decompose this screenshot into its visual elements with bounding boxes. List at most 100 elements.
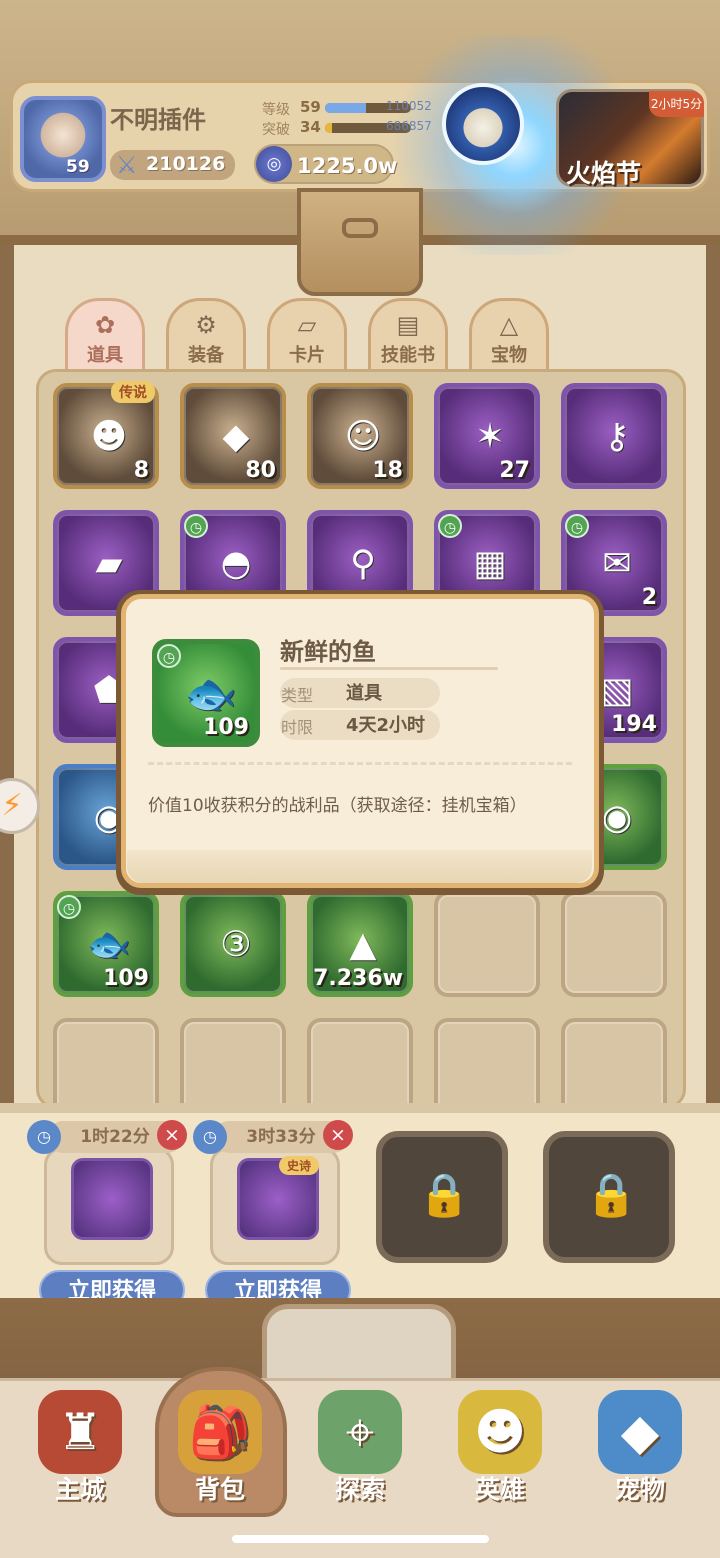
game-screen: 59 不明插件 ⚔ 210126 等级 59 110052 突破 34 6868… [0, 0, 720, 1558]
map-icon: ⌖ [318, 1390, 402, 1474]
tab-label: 技能书 [381, 345, 435, 366]
tab-equipment[interactable]: ⚙ 装备 [166, 298, 246, 372]
duration-label: 时限 [281, 718, 314, 737]
coin-icon: ◎ [256, 146, 292, 182]
clover-icon: ✿ [94, 311, 116, 339]
inventory-slot[interactable]: ☻ 传说 8 [53, 381, 159, 489]
tooltip-title: 新鲜的鱼 [280, 638, 376, 666]
tab-label: 宝物 [491, 345, 527, 366]
level-label: 等级 [262, 102, 290, 118]
breakthrough-value: 34 [300, 118, 321, 136]
empty-slot[interactable] [434, 891, 540, 997]
breakthrough-label: 突破 [262, 122, 290, 138]
key-icon: ⚷ [604, 417, 630, 457]
monster-card-icon: ☻ [90, 417, 128, 457]
gear-icon: ⚙ [195, 311, 217, 339]
item-count: 7.236w [313, 966, 403, 991]
cancel-icon[interactable]: × [323, 1120, 353, 1150]
item-count: 8 [133, 458, 149, 483]
triangle-icon: △ [499, 311, 519, 339]
nav-main-city[interactable]: ♜ 主城 [20, 1390, 140, 1510]
event-timer-badge: 2小时5分 [649, 91, 704, 117]
top-bag-clasp [297, 188, 423, 296]
item-count: 194 [611, 712, 657, 737]
tooltip-ground-decoration [127, 850, 592, 883]
nav-pets[interactable]: ◆ 宠物 [580, 1390, 700, 1510]
type-label: 类型 [281, 686, 314, 705]
tooltip-item-slot: ◷ 🐟 109 [152, 639, 260, 747]
fish-icon: 🐟 [87, 925, 131, 965]
timer-icon: ◷ [27, 1120, 61, 1154]
player-name: 不明插件 [110, 106, 206, 134]
red-envelope-icon: ✉ [602, 544, 632, 584]
clock-icon: ◷ [565, 514, 589, 538]
tooltip-divider [148, 762, 572, 765]
clock-icon: ◷ [184, 514, 208, 538]
banner-icon: ▦ [473, 544, 507, 584]
player-avatar[interactable] [20, 96, 106, 182]
book-icon: ▤ [396, 311, 420, 339]
locked-queue-slot: 🔒 [543, 1131, 675, 1263]
tab-label: 装备 [188, 345, 224, 366]
cancel-icon[interactable]: × [157, 1120, 187, 1150]
nav-label: 宠物 [614, 1475, 665, 1504]
inventory-slot[interactable]: ③ [180, 891, 286, 997]
rarity-tag: 传说 [111, 381, 155, 403]
nav-label: 英雄 [474, 1475, 525, 1504]
nav-label: 背包 [194, 1475, 245, 1504]
crossed-swords-icon: ⚔ [116, 151, 138, 179]
hero-portrait-button[interactable] [442, 83, 524, 165]
item-count: 27 [499, 458, 530, 483]
item-count: 109 [103, 966, 149, 991]
level-value: 59 [300, 98, 321, 116]
pet-icon: ◆ [598, 1390, 682, 1474]
tooltip-item-count: 109 [203, 715, 249, 740]
tab-skill-books[interactable]: ▤ 技能书 [368, 298, 448, 372]
clock-icon: ◷ [157, 644, 181, 668]
backpack-icon: 🎒 [178, 1390, 262, 1474]
tab-treasures[interactable]: △ 宝物 [469, 298, 549, 372]
lock-icon: 🔒 [585, 1170, 638, 1219]
nav-label: 探索 [334, 1475, 385, 1504]
nav-backpack[interactable]: 🎒 背包 [160, 1390, 280, 1510]
tab-label: 卡片 [289, 345, 325, 366]
tab-label: 道具 [87, 345, 123, 366]
inventory-slot[interactable]: ◆ 80 [180, 383, 286, 489]
hero-icon: ☻ [458, 1390, 542, 1474]
empty-slot[interactable] [561, 891, 667, 997]
card-icon: ▱ [297, 311, 317, 339]
queue-card: 1时22分 ◷ × 立即获得 [27, 1120, 187, 1310]
clasp-slot [342, 218, 378, 238]
nav-label: 主城 [54, 1475, 105, 1504]
frame-icon: ◆ [222, 417, 250, 457]
item-count: 2 [641, 585, 657, 610]
wand-icon: ⚲ [350, 544, 376, 584]
inventory-slot[interactable]: ☺ 18 [307, 383, 413, 489]
event-title: 火焰节 [566, 159, 642, 188]
avatar-level: 59 [66, 157, 90, 177]
locked-queue-slot: 🔒 [376, 1131, 508, 1263]
egg-icon: ◓ [220, 544, 252, 584]
green-sack-icon: ③ [220, 925, 252, 965]
rarity-tag: 史诗 [278, 1156, 319, 1175]
duration-value: 4天2小时 [346, 715, 426, 736]
nav-heroes[interactable]: ☻ 英雄 [440, 1390, 560, 1510]
salt-pile-icon: ▲ [349, 925, 377, 965]
bag-tabs: ✿ 道具 ⚙ 装备 ▱ 卡片 ▤ 技能书 △ 宝物 [65, 298, 655, 372]
tab-items[interactable]: ✿ 道具 [65, 298, 145, 372]
timer-icon: ◷ [193, 1120, 227, 1154]
type-value: 道具 [346, 683, 382, 704]
tab-cards[interactable]: ▱ 卡片 [267, 298, 347, 372]
inventory-slot[interactable]: ▲ 7.236w [307, 891, 413, 997]
tooltip-title-line [280, 667, 498, 670]
hero-card-icon: ☺ [344, 417, 382, 457]
castle-icon: ♜ [38, 1390, 122, 1474]
home-indicator[interactable] [232, 1535, 489, 1543]
power-value: 210126 [146, 153, 226, 175]
inventory-slot[interactable]: ✶ 27 [434, 383, 540, 489]
inventory-slot[interactable]: ◷ 🐟 109 [53, 891, 159, 997]
queue-card: 3时33分 ◷ × 史诗 立即获得 [193, 1120, 353, 1310]
inventory-slot[interactable]: ⚷ [561, 383, 667, 489]
item-count: 80 [245, 458, 276, 483]
nav-explore[interactable]: ⌖ 探索 [300, 1390, 420, 1510]
